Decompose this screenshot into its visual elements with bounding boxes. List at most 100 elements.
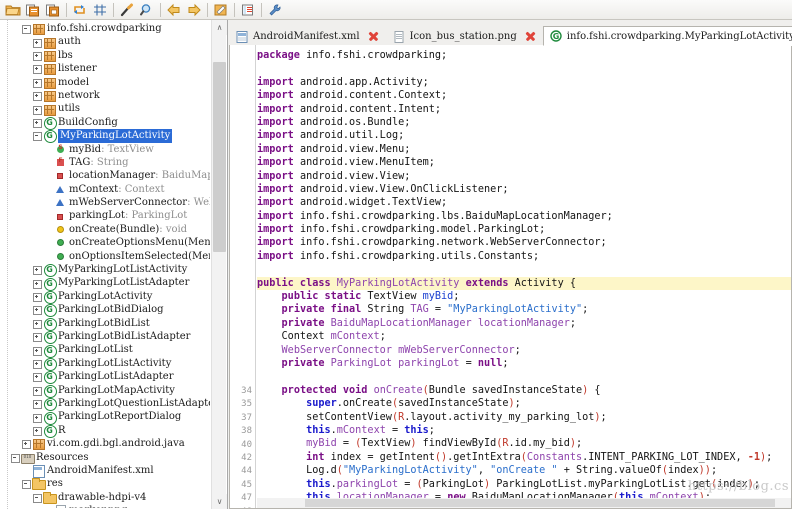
expand-toggle-icon[interactable] [32,277,43,290]
tree-node[interactable]: ParkingLotListActivity [0,357,210,371]
collapse-toggle-icon[interactable] [32,491,43,504]
expand-toggle-icon[interactable] [32,89,43,102]
editor-tab[interactable]: Icon_bus_station.png [386,26,543,46]
tree-node-label: ParkingLotActivity [58,290,153,302]
tree-node[interactable]: onCreate(Bundle) : void [0,223,210,236]
tree-node[interactable]: drawable-hdpi-v4 [0,491,210,504]
tree-node[interactable]: ParkingLotActivity [0,290,210,304]
tree-node[interactable]: onOptionsItemSelected(MenuItem) [0,250,210,263]
tree-node[interactable]: info.fshi.crowdparking [0,22,210,36]
editor-horizontal-scrollbar[interactable] [257,498,791,508]
expand-toggle-icon[interactable] [32,36,43,49]
collapse-toggle-icon[interactable] [32,129,43,142]
tree-node[interactable]: ParkingLotListAdapter [0,370,210,385]
back-arrow-icon[interactable] [164,1,184,19]
tree-node[interactable]: ParkingLotReportDialog [0,410,210,425]
expand-toggle-icon[interactable] [32,357,43,370]
search-icon[interactable] [137,1,157,19]
member-sq-red-icon [54,169,67,182]
tree-node[interactable]: vi.com.gdi.bgl.android.java [0,437,210,451]
expand-toggle-icon[interactable] [32,424,43,437]
tree-node[interactable]: parkingLot : ParkingLot [0,209,210,222]
grid-icon[interactable] [90,1,110,19]
tree-node[interactable]: lbs [0,49,210,62]
tree-node[interactable]: F TAG : String [0,156,210,169]
copy-icon[interactable] [23,1,43,19]
close-icon[interactable] [525,31,536,42]
tree-node[interactable]: mWebServerConnector : WebServer [0,196,210,209]
tree-node[interactable]: ParkingLotBidListAdapter [0,330,210,345]
expand-toggle-icon[interactable] [32,330,43,343]
code-editor[interactable]: 34353738404244454748515253-- package inf… [229,45,792,509]
expand-toggle-icon[interactable] [32,62,43,75]
tree-node[interactable]: onCreateOptionsMenu(Menu) : boo [0,236,210,249]
editor-tab[interactable]: AndroidManifest.xml [229,26,386,46]
tree-node-label: utils [58,103,80,115]
tree-node[interactable]: mContext : Context [0,183,210,196]
tree-node[interactable]: AndroidManifest.xml [0,464,210,479]
open-folder-icon[interactable] [3,1,23,19]
expand-toggle-icon[interactable] [32,317,43,330]
expand-toggle-icon[interactable] [32,411,43,424]
member-dot-yellow-icon [54,223,67,236]
tree-node[interactable]: ParkingLotMapActivity [0,384,210,398]
tree-node[interactable]: ParkingLotBidDialog [0,303,210,318]
expand-toggle-icon[interactable] [21,437,32,450]
project-tree[interactable]: info.fshi.crowdparking auth lbs listener mod… [0,22,210,508]
editor-tab[interactable]: Ginfo.fshi.crowdparking.MyParkingLotActi… [542,26,792,46]
tree-node[interactable]: marker.png [0,504,210,508]
expand-toggle-icon[interactable] [32,290,43,303]
forward-arrow-icon[interactable] [184,1,204,19]
tree-node[interactable]: R [0,424,210,438]
scroll-up-arrow[interactable]: ∧ [212,20,227,35]
close-icon[interactable] [368,31,379,42]
expand-toggle-icon[interactable] [32,263,43,276]
tree-node-label: onCreateOptionsMenu(Menu) [69,237,210,249]
tree-vertical-scrollbar[interactable]: ∧ ∨ [211,20,227,509]
tree-node[interactable]: listener [0,62,210,76]
tree-node[interactable]: MyParkingLotListAdapter [0,276,210,291]
outline-icon[interactable] [238,1,258,19]
paste-icon[interactable] [43,1,63,19]
tree-node[interactable]: network [0,89,210,103]
hscrollbar-thumb[interactable] [305,499,775,507]
class-icon [43,290,57,304]
expand-toggle-icon[interactable] [32,116,43,129]
scroll-down-arrow[interactable]: ∨ [212,494,227,509]
expand-toggle-icon[interactable] [32,370,43,383]
tree-node[interactable]: MyParkingLotActivity [0,129,210,144]
collapse-toggle-icon[interactable] [21,477,32,490]
tree-node[interactable]: locationManager : BaiduMapLocat [0,169,210,182]
tree-node[interactable]: res [0,477,210,491]
wrench-icon[interactable] [265,1,285,19]
expand-toggle-icon[interactable] [32,397,43,410]
tree-node[interactable]: SmyBid : TextView [0,143,210,156]
tree-node[interactable]: Resources [0,450,210,464]
expand-toggle-icon[interactable] [32,344,43,357]
tree-node[interactable]: auth [0,35,210,49]
collapse-toggle-icon[interactable] [10,451,21,464]
edit-note-icon[interactable] [211,1,231,19]
expand-toggle-icon[interactable] [32,103,43,116]
run-wand-icon[interactable] [117,1,137,19]
expand-toggle-icon[interactable] [32,303,43,316]
tree-node[interactable]: BuildConfig [0,116,210,130]
refactor-icon[interactable] [70,1,90,19]
scrollbar-thumb[interactable] [213,62,226,252]
code-text-area[interactable]: package info.fshi.crowdparking; import a… [257,45,791,508]
tree-node[interactable]: ParkingLotList [0,343,210,358]
expand-toggle-icon[interactable] [32,76,43,89]
line-number: 44 [241,466,252,477]
expand-toggle-icon[interactable] [32,49,43,62]
tree-node[interactable]: utils [0,102,210,116]
tree-node[interactable]: ParkingLotBidList [0,317,210,331]
expand-toggle-icon[interactable] [32,384,43,397]
collapse-toggle-icon[interactable] [21,22,32,35]
tree-node[interactable]: model [0,76,210,89]
tree-node[interactable]: ParkingLotQuestionListAdapter [0,397,210,412]
tree-node[interactable]: MyParkingLotListActivity [0,263,210,278]
